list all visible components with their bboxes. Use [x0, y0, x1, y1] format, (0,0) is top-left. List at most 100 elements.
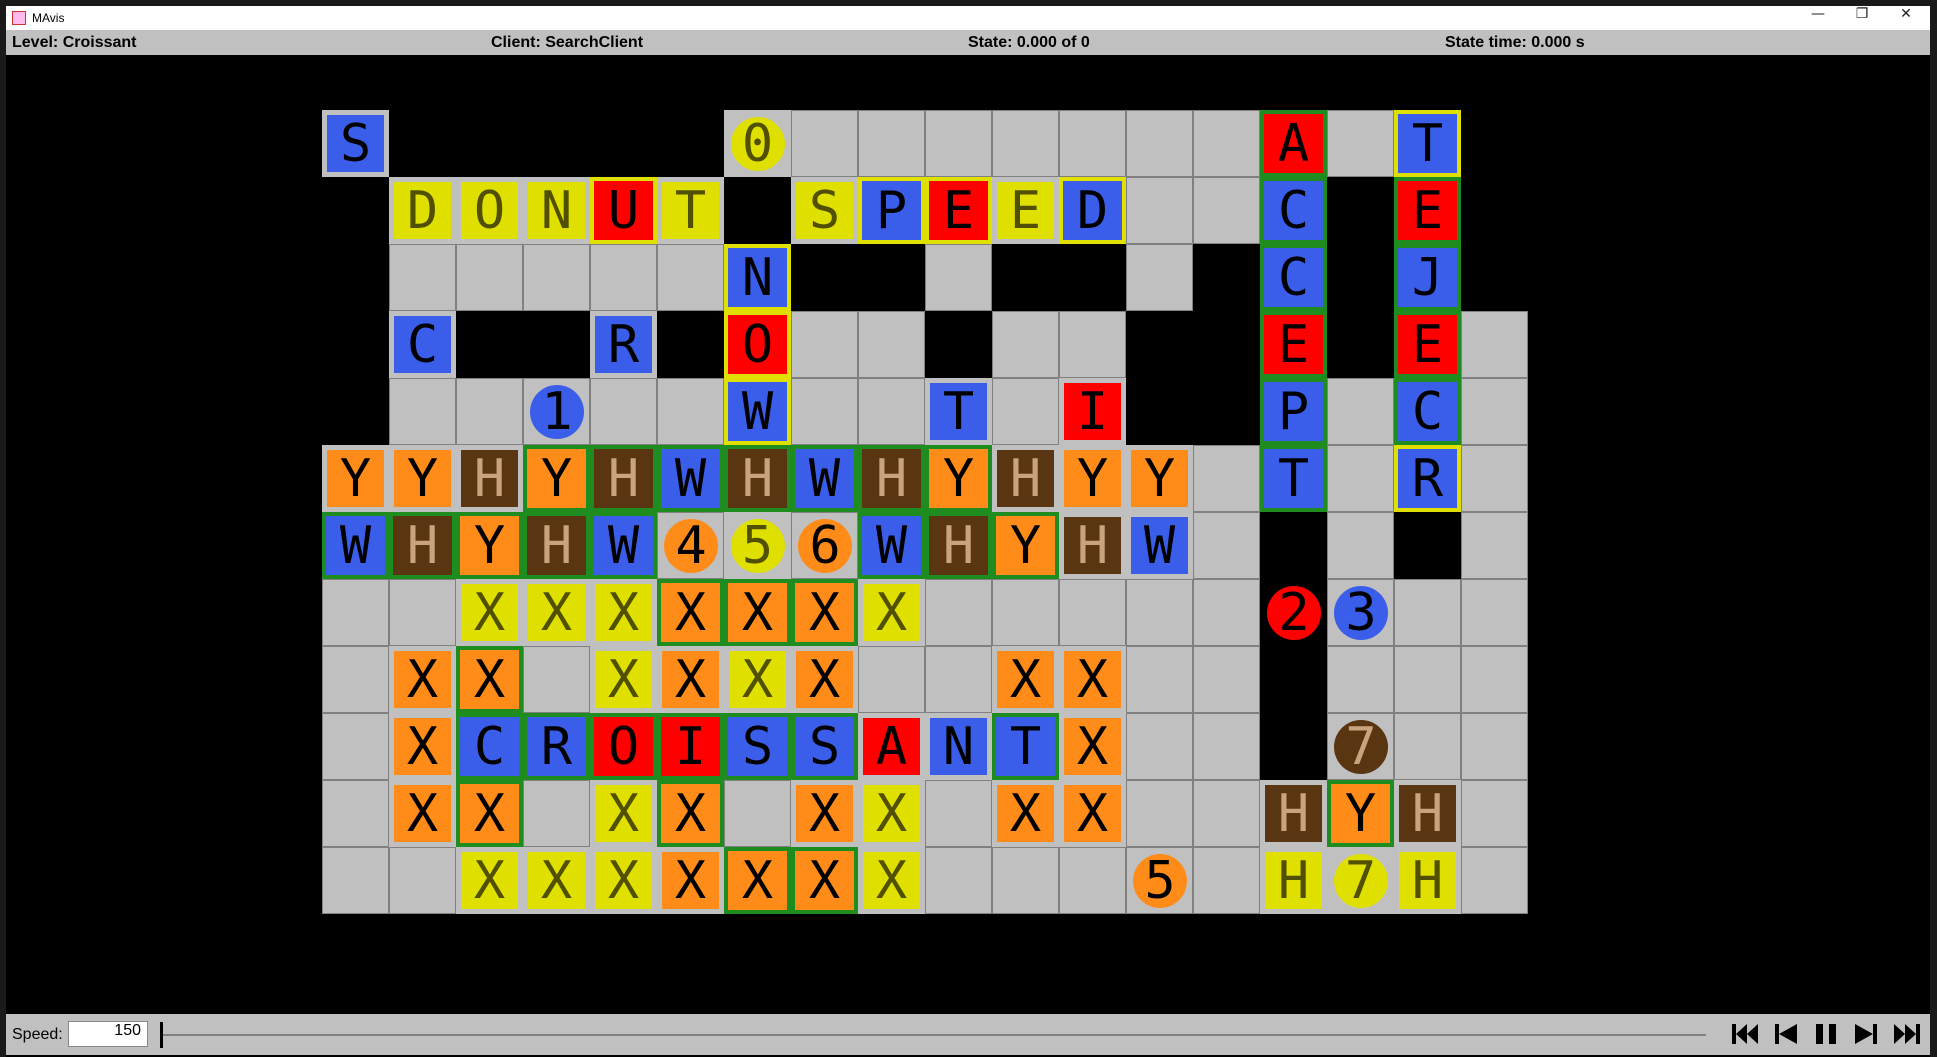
box-letter: J — [1411, 247, 1444, 308]
box-letter: N — [942, 716, 975, 777]
box-letter: X — [473, 783, 506, 844]
box-w: W — [724, 378, 791, 445]
box-d: D — [389, 177, 456, 244]
box-t: T — [925, 378, 992, 445]
box-letter: X — [875, 582, 908, 643]
floor-cell — [1193, 847, 1260, 914]
pause-button[interactable] — [1808, 1019, 1844, 1049]
box-x: X — [1059, 780, 1126, 847]
restore-icon[interactable]: ❐ — [1840, 6, 1884, 30]
box-letter: H — [1277, 850, 1310, 911]
box-letter: S — [741, 716, 774, 777]
box-w: W — [322, 512, 389, 579]
box-letter: X — [674, 649, 707, 710]
pause-icon — [1816, 1024, 1836, 1044]
title-bar[interactable]: MAvis — ❐ ✕ — [6, 6, 1930, 30]
box-letter: X — [1076, 649, 1109, 710]
box-x: X — [657, 579, 724, 646]
box-letter: E — [1411, 180, 1444, 241]
speed-label: Speed: — [12, 1026, 63, 1043]
agent-cell: 1 — [523, 378, 590, 445]
box-s: S — [791, 713, 858, 780]
floor-cell — [1126, 244, 1193, 311]
state-time-label: State time: 0.000 s — [1445, 34, 1585, 51]
step-back-button[interactable] — [1768, 1019, 1804, 1049]
box-letter: W — [339, 515, 372, 576]
floor-cell — [1461, 311, 1528, 378]
box-x: X — [1059, 713, 1126, 780]
floor-cell — [858, 110, 925, 177]
floor-cell — [1193, 780, 1260, 847]
timeline-slider[interactable] — [161, 1034, 1706, 1036]
box-h: H — [1260, 847, 1327, 914]
box-letter: W — [875, 515, 908, 576]
box-letter: H — [406, 515, 439, 576]
close-icon[interactable]: ✕ — [1884, 6, 1928, 30]
box-letter: D — [406, 180, 439, 241]
box-letter: A — [875, 716, 908, 777]
box-x: X — [523, 579, 590, 646]
agent-5: 5 — [1133, 854, 1187, 908]
skip-forward-icon — [1894, 1024, 1920, 1044]
floor-cell — [925, 847, 992, 914]
box-y: Y — [1126, 445, 1193, 512]
floor-cell — [657, 378, 724, 445]
box-x: X — [590, 579, 657, 646]
skip-to-end-button[interactable] — [1888, 1019, 1924, 1049]
box-letter: Y — [473, 515, 506, 576]
timeline-slider-thumb[interactable] — [160, 1022, 163, 1048]
skip-to-start-button[interactable] — [1728, 1019, 1764, 1049]
box-letter: H — [607, 448, 640, 509]
box-letter: S — [808, 180, 841, 241]
box-letter: H — [875, 448, 908, 509]
box-letter: W — [607, 515, 640, 576]
box-letter: H — [1411, 850, 1444, 911]
box-w: W — [858, 512, 925, 579]
box-y: Y — [523, 445, 590, 512]
step-forward-button[interactable] — [1848, 1019, 1884, 1049]
box-letter: X — [473, 850, 506, 911]
box-c: C — [1260, 244, 1327, 311]
box-letter: X — [406, 716, 439, 777]
box-w: W — [791, 445, 858, 512]
floor-cell — [1461, 445, 1528, 512]
floor-cell — [1126, 110, 1193, 177]
floor-cell — [1059, 311, 1126, 378]
box-letter: W — [741, 381, 774, 442]
box-j: J — [1394, 244, 1461, 311]
box-n: N — [925, 713, 992, 780]
minimize-icon[interactable]: — — [1796, 6, 1840, 30]
box-c: C — [1260, 177, 1327, 244]
floor-cell — [590, 244, 657, 311]
box-letter: N — [741, 247, 774, 308]
box-e: E — [1260, 311, 1327, 378]
floor-cell — [791, 110, 858, 177]
box-letter: Y — [1076, 448, 1109, 509]
box-letter: W — [808, 448, 841, 509]
box-letter: X — [741, 582, 774, 643]
box-letter: Y — [1143, 448, 1176, 509]
box-x: X — [858, 780, 925, 847]
floor-cell — [992, 378, 1059, 445]
agent-cell: 2 — [1260, 579, 1327, 646]
box-letter: R — [540, 716, 573, 777]
box-letter: T — [674, 180, 707, 241]
box-x: X — [858, 847, 925, 914]
box-y: Y — [992, 512, 1059, 579]
box-p: P — [858, 177, 925, 244]
speed-input[interactable]: 150 — [68, 1021, 148, 1047]
box-c: C — [1394, 378, 1461, 445]
box-letter: Y — [339, 448, 372, 509]
floor-cell — [389, 244, 456, 311]
floor-cell — [791, 378, 858, 445]
agent-4: 4 — [664, 519, 718, 573]
floor-cell — [1394, 646, 1461, 713]
box-letter: X — [741, 850, 774, 911]
box-x: X — [456, 579, 523, 646]
box-t: T — [1260, 445, 1327, 512]
floor-cell — [590, 378, 657, 445]
playback-controls: Speed: 150 — [6, 1014, 1930, 1055]
box-h: H — [925, 512, 992, 579]
box-letter: O — [607, 716, 640, 777]
floor-cell — [657, 244, 724, 311]
